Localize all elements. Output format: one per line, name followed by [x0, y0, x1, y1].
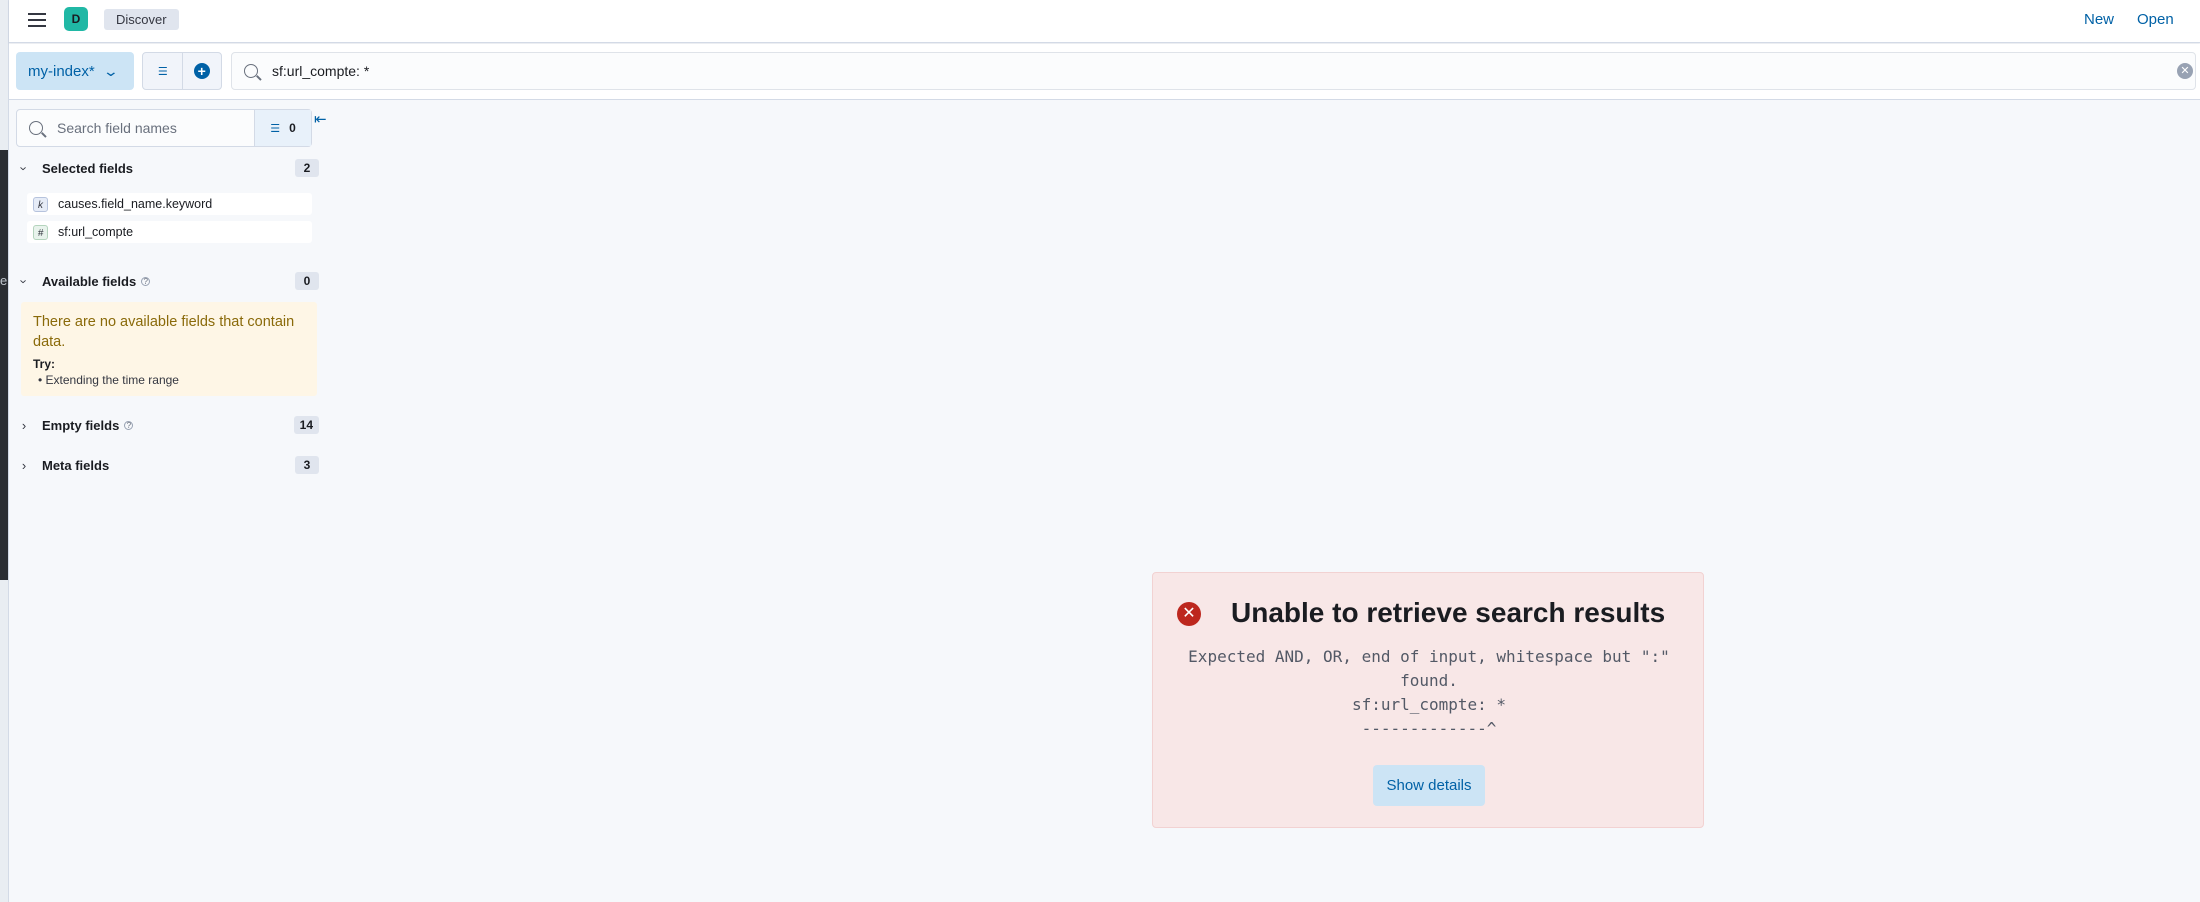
meta-fields-header[interactable]: › Meta fields 3 — [16, 454, 319, 476]
empty-fields-header[interactable]: › Empty fields ? 14 — [16, 414, 319, 436]
edge-glyph: e — [0, 273, 8, 288]
keyword-type-icon: k — [33, 196, 48, 212]
search-icon — [29, 121, 43, 135]
index-pattern-label: my-index* — [28, 62, 95, 80]
error-icon: ✕ — [1177, 602, 1201, 626]
meta-fields-label: Meta fields — [42, 457, 110, 473]
error-panel: ✕ Unable to retrieve search results Expe… — [1152, 572, 1704, 828]
query-input[interactable]: sf:url_compte: * ✕ — [231, 52, 2196, 90]
help-icon[interactable]: ? — [124, 420, 134, 430]
available-fields-label: Available fields — [42, 273, 137, 289]
breadcrumb[interactable]: Discover — [104, 9, 179, 30]
filter-icon: ☰ — [157, 65, 168, 78]
search-icon — [244, 64, 258, 78]
callout-suggestions: Extending the time range — [33, 373, 305, 387]
left-edge-strip: e — [0, 0, 9, 902]
error-line: sf:url_compte: * — [1351, 695, 1507, 714]
clear-query-icon[interactable]: ✕ — [2177, 63, 2193, 79]
available-fields-header[interactable]: › Available fields ? 0 — [16, 270, 319, 292]
selected-fields-header[interactable]: › Selected fields 2 — [16, 157, 319, 179]
query-text[interactable]: sf:url_compte: * — [272, 63, 369, 79]
field-name: sf:url_compte — [58, 225, 134, 239]
top-header: D Discover New Open — [9, 0, 2200, 43]
error-title: Unable to retrieve search results — [1231, 597, 1666, 628]
error-message: Expected AND, OR, end of input, whitespa… — [1153, 645, 1705, 741]
filter-menu-button[interactable]: ☰ — [143, 53, 182, 89]
show-details-button[interactable]: Show details — [1373, 765, 1485, 806]
available-fields-count: 0 — [295, 272, 319, 290]
index-pattern-picker[interactable]: my-index* ⌄ — [16, 52, 134, 90]
error-line: Expected AND, OR, end of input, whitespa… — [1188, 647, 1670, 666]
filter-icon: ☰ — [270, 122, 280, 135]
field-sidebar: Search field names ☰ 0 › Selected fields… — [9, 100, 319, 902]
space-avatar[interactable]: D — [64, 7, 88, 31]
empty-fields-label: Empty fields — [42, 417, 120, 433]
query-bar: my-index* ⌄ ☰ + sf:url_compte: * ✕ — [9, 44, 2200, 100]
help-icon[interactable]: ? — [141, 276, 151, 286]
selected-fields-label: Selected fields — [42, 160, 134, 176]
chevron-down-icon: ⌄ — [102, 62, 119, 79]
meta-fields-count: 3 — [295, 456, 319, 474]
field-item-causes-field-name-keyword[interactable]: k causes.field_name.keyword — [27, 193, 312, 215]
error-line: -------------^ — [1361, 719, 1497, 738]
field-item-sf-url-compte[interactable]: # sf:url_compte — [27, 221, 312, 243]
callout-suggestion: Extending the time range — [33, 373, 305, 387]
field-search-input[interactable]: Search field names ☰ 0 — [16, 109, 312, 147]
field-name: causes.field_name.keyword — [58, 197, 213, 211]
field-search-placeholder: Search field names — [57, 120, 177, 136]
selected-fields-count: 2 — [295, 159, 319, 177]
error-line: found. — [1400, 671, 1458, 690]
chevron-right-icon: › — [21, 457, 27, 473]
open-button[interactable]: Open — [2137, 11, 2174, 28]
collapse-sidebar-icon[interactable]: ⇤ — [314, 110, 327, 128]
background-window-edge — [0, 150, 8, 580]
plus-circle-icon: + — [193, 63, 210, 79]
chevron-right-icon: › — [21, 417, 27, 433]
empty-fields-count: 14 — [293, 416, 319, 434]
new-button[interactable]: New — [2084, 11, 2114, 28]
query-actions-group: ☰ + — [142, 52, 222, 90]
field-filter-count: 0 — [289, 121, 296, 135]
add-filter-button[interactable]: + — [181, 53, 222, 89]
callout-try-label: Try: — [33, 357, 56, 371]
number-type-icon: # — [33, 224, 48, 240]
chevron-down-icon: › — [16, 278, 32, 284]
menu-icon[interactable] — [26, 10, 48, 30]
callout-title: There are no available fields that conta… — [33, 314, 295, 350]
field-type-filter-button[interactable]: ☰ 0 — [254, 110, 311, 146]
no-fields-callout: There are no available fields that conta… — [21, 302, 317, 396]
chevron-down-icon: › — [16, 165, 32, 171]
